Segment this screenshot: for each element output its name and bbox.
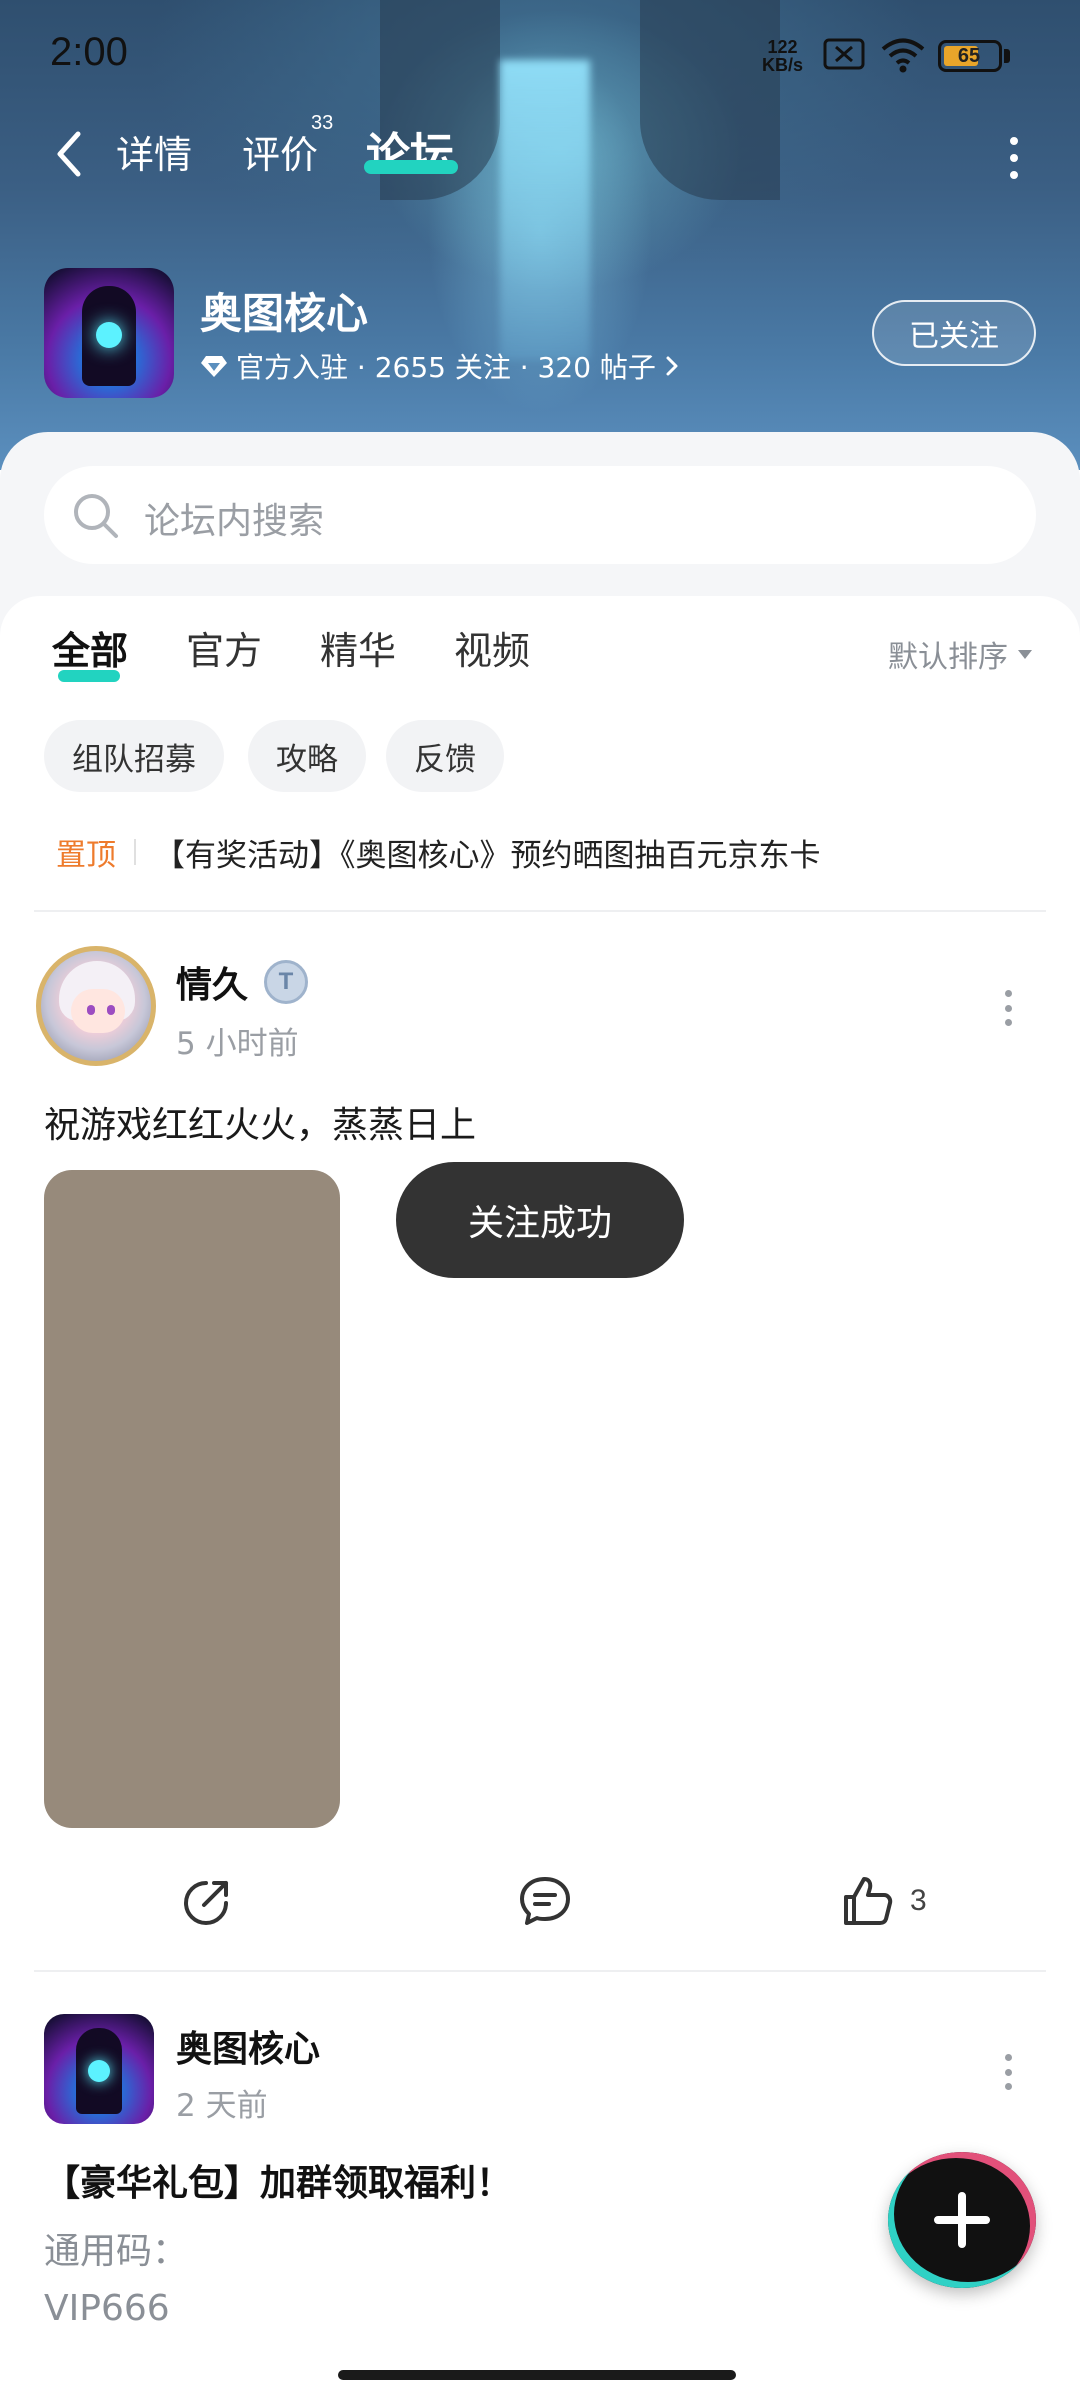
game-meta-link[interactable]: 官方入驻 · 2655 关注 · 320 帖子: [200, 346, 680, 386]
filter-tab-featured[interactable]: 精华: [320, 620, 396, 675]
post-body-line: 通用码：: [44, 2231, 189, 2272]
divider: [34, 1970, 1046, 1972]
diamond-icon: [201, 356, 227, 377]
followed-button[interactable]: 已关注: [872, 300, 1036, 366]
game-icon[interactable]: [44, 268, 174, 398]
tab-reviews[interactable]: 评价: [242, 124, 318, 179]
chevron-right-icon: [666, 356, 678, 376]
post-text[interactable]: 祝游戏红红火火，蒸蒸日上: [44, 1096, 476, 1148]
search-icon: [74, 494, 118, 538]
plus-icon: [934, 2192, 990, 2248]
search-placeholder: 论坛内搜索: [144, 501, 325, 542]
filter-tab-all[interactable]: 全部: [52, 620, 128, 675]
pinned-post[interactable]: 置顶 【有奖活动】《奥图核心》预约晒图抽百元京东卡: [56, 828, 1036, 876]
pinned-badge: 置顶: [56, 838, 116, 873]
chip-team-recruit[interactable]: 组队招募: [44, 720, 224, 792]
chip-guides[interactable]: 攻略: [248, 720, 366, 792]
sort-label: 默认排序: [888, 640, 1008, 675]
pinned-title: 【有奖活动】《奥图核心》预约晒图抽百元京东卡: [154, 837, 821, 874]
comment-button[interactable]: [516, 1868, 574, 1934]
pinned-separator: [134, 839, 136, 865]
battery-icon: 65: [938, 40, 1002, 72]
chevron-left-icon: [57, 131, 81, 177]
sim-disabled-icon: [823, 38, 865, 70]
wifi-icon: [881, 38, 925, 73]
top-navigation: 详情 评价 论坛: [0, 110, 1080, 200]
home-indicator[interactable]: [338, 2370, 736, 2380]
post-time: 2 天前: [176, 2088, 268, 2124]
like-button[interactable]: 3: [840, 1868, 927, 1934]
thumbs-up-icon: [844, 1877, 893, 1925]
battery-percent: 65: [957, 45, 981, 67]
filter-tab-video[interactable]: 视频: [454, 620, 530, 675]
more-options-button[interactable]: [996, 128, 1032, 188]
post-author[interactable]: 情久: [176, 956, 248, 1008]
post-more-button[interactable]: [996, 2054, 1020, 2090]
filter-tab-official[interactable]: 官方: [186, 620, 262, 675]
battery-tip: [1004, 49, 1010, 63]
post-image[interactable]: [44, 1170, 340, 1828]
post-actions: 3: [0, 1868, 1080, 1934]
post-more-button[interactable]: [996, 990, 1020, 1026]
active-tab-indicator: [364, 160, 458, 174]
review-count: 33: [311, 112, 334, 134]
back-button[interactable]: [44, 124, 94, 184]
network-speed-value: 122: [767, 37, 798, 57]
post-title[interactable]: 【豪华礼包】加群领取福利！: [44, 2154, 512, 2206]
divider: [34, 910, 1046, 912]
search-input[interactable]: 论坛内搜索: [44, 466, 1036, 564]
network-speed-unit: KB/s: [762, 55, 804, 75]
share-button[interactable]: [180, 1868, 236, 1934]
network-speed: 122 KB/s: [762, 38, 803, 74]
avatar[interactable]: [44, 2014, 154, 2124]
tab-details[interactable]: 详情: [116, 124, 192, 179]
caret-down-icon: [1018, 649, 1032, 659]
share-icon: [184, 1881, 228, 1925]
more-vertical-icon: [1004, 990, 1012, 997]
like-count: 3: [910, 1884, 927, 1917]
user-level-badge: T: [264, 960, 308, 1004]
status-bar: 2:00 122 KB/s 65: [0, 0, 1080, 110]
comment-icon: [520, 1877, 570, 1925]
avatar[interactable]: [36, 946, 156, 1066]
more-vertical-icon: [1004, 2054, 1012, 2061]
post-time: 5 小时前: [176, 1026, 299, 1062]
create-post-button[interactable]: [888, 2152, 1036, 2288]
post-author[interactable]: 奥图核心: [176, 2020, 320, 2072]
toast-message: 关注成功: [396, 1162, 684, 1278]
more-vertical-icon: [1010, 137, 1018, 145]
sort-dropdown[interactable]: 默认排序: [888, 632, 1032, 676]
game-title: 奥图核心: [200, 289, 369, 338]
post-body-line: VIP666: [44, 2288, 170, 2329]
chip-feedback[interactable]: 反馈: [386, 720, 504, 792]
status-time: 2:00: [50, 30, 128, 74]
game-meta-text: 官方入驻 · 2655 关注 · 320 帖子: [236, 351, 656, 384]
filter-active-indicator: [58, 670, 120, 682]
